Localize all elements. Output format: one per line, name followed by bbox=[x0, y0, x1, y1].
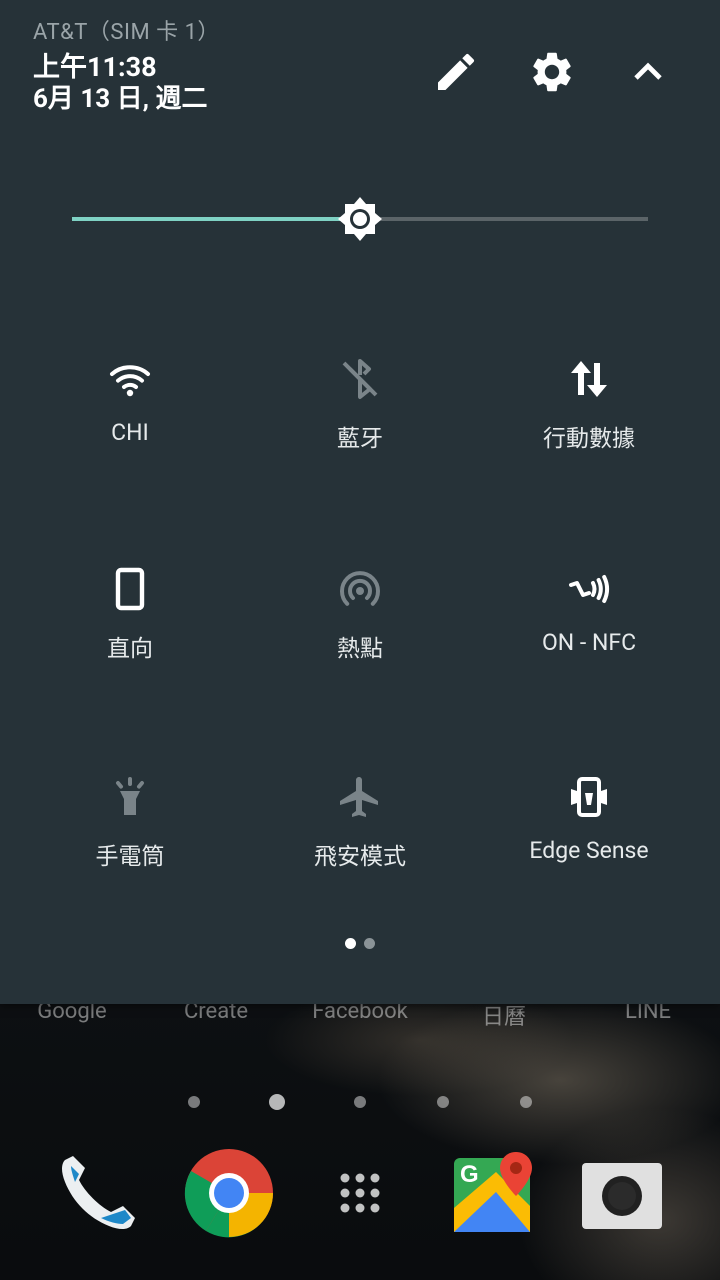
edge-sense-icon bbox=[565, 773, 613, 821]
camera-icon[interactable] bbox=[577, 1148, 667, 1238]
home-page-dot-current bbox=[269, 1094, 285, 1110]
tile-label: ON - NFC bbox=[541, 629, 637, 656]
tile-label: CHI bbox=[111, 419, 149, 446]
app-drawer-icon[interactable] bbox=[315, 1148, 405, 1238]
collapse-icon[interactable] bbox=[624, 48, 672, 96]
tile-rotation[interactable]: 直向 bbox=[15, 555, 245, 735]
airplane-icon bbox=[336, 773, 384, 821]
tile-page-indicator bbox=[0, 934, 720, 953]
tile-mobile-data[interactable]: 行動數據 bbox=[474, 345, 704, 525]
tile-label: 飛安模式 bbox=[314, 843, 406, 870]
tile-hotspot[interactable]: 熱點 bbox=[245, 555, 475, 735]
tile-label: 手電筒 bbox=[95, 843, 165, 870]
tile-wifi[interactable]: CHI bbox=[15, 345, 245, 525]
tile-label: 熱點 bbox=[337, 635, 383, 662]
phone-icon[interactable] bbox=[53, 1148, 143, 1238]
quick-settings-panel: AT&T（SIM 卡 1） 上午11:38 6月 13 日, 週二 CHI 藍牙… bbox=[0, 0, 720, 1004]
chrome-icon[interactable] bbox=[184, 1148, 274, 1238]
nfc-icon bbox=[565, 565, 613, 613]
home-page-dot bbox=[354, 1096, 366, 1108]
maps-icon[interactable]: G bbox=[446, 1148, 536, 1238]
tile-label: Edge Sense bbox=[529, 837, 649, 864]
brightness-fill bbox=[72, 217, 360, 221]
carrier-label: AT&T（SIM 卡 1） bbox=[33, 20, 220, 45]
tile-airplane[interactable]: 飛安模式 bbox=[245, 763, 475, 943]
date[interactable]: 6月 13 日, 週二 bbox=[33, 84, 208, 114]
tile-bluetooth[interactable]: 藍牙 bbox=[245, 345, 475, 525]
settings-icon[interactable] bbox=[528, 48, 576, 96]
edit-icon[interactable] bbox=[432, 48, 480, 96]
tile-label: 行動數據 bbox=[543, 425, 635, 452]
mobile-data-icon bbox=[565, 355, 613, 403]
wifi-icon bbox=[106, 355, 154, 403]
bluetooth-off-icon bbox=[336, 355, 384, 403]
tile-flashlight[interactable]: 手電筒 bbox=[15, 763, 245, 943]
tile-page-dot bbox=[364, 938, 375, 949]
home-page-dot bbox=[188, 1096, 200, 1108]
home-page-dot bbox=[437, 1096, 449, 1108]
clock[interactable]: 上午11:38 bbox=[33, 52, 157, 82]
flashlight-icon bbox=[106, 773, 154, 821]
tile-label: 直向 bbox=[107, 635, 153, 662]
home-page-dot bbox=[520, 1096, 532, 1108]
tile-page-dot-current bbox=[345, 938, 356, 949]
tile-label: 藍牙 bbox=[337, 425, 383, 452]
brightness-slider[interactable] bbox=[72, 195, 648, 243]
tile-nfc[interactable]: ON - NFC bbox=[474, 555, 704, 735]
svg-text:G: G bbox=[460, 1161, 479, 1188]
brightness-icon[interactable] bbox=[336, 195, 384, 243]
portrait-icon bbox=[106, 565, 154, 613]
tile-edge-sense[interactable]: Edge Sense bbox=[474, 763, 704, 943]
hotspot-icon bbox=[336, 565, 384, 613]
